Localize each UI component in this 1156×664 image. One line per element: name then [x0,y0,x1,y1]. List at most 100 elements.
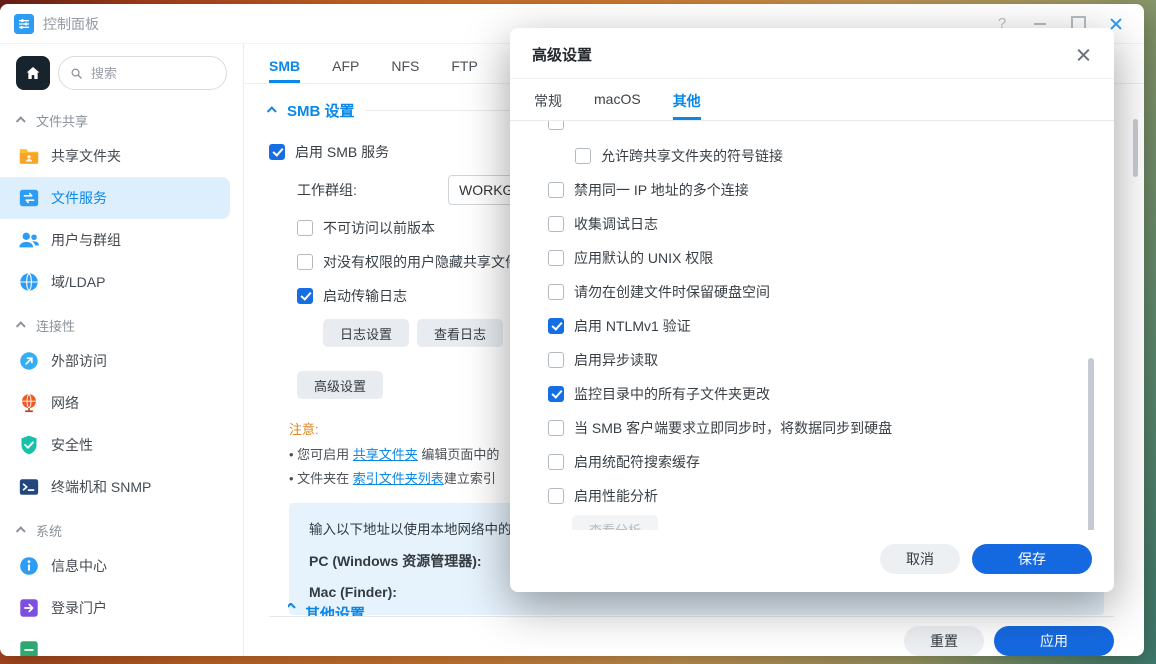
sidebar-item-users-groups[interactable]: 用户与群组 [0,219,230,261]
search-input[interactable] [91,66,216,81]
terminal-icon [18,476,40,498]
option-row[interactable]: 应用默认的 UNIX 权限 [548,241,1090,275]
option-row[interactable]: 当 SMB 客户端要求立即同步时，将数据同步到硬盘 [548,411,1090,445]
checkbox[interactable] [269,144,285,160]
footer-divider [269,616,1114,617]
checkbox[interactable] [297,288,313,304]
checkbox[interactable] [548,420,564,436]
sidebar-section-system[interactable]: 系统 [0,508,243,545]
sidebar-item-shared-folder[interactable]: 共享文件夹 [0,135,230,177]
dialog-scrollbar-thumb[interactable] [1088,358,1094,530]
checkbox[interactable] [548,284,564,300]
search-icon [69,66,84,81]
log-settings-button[interactable]: 日志设置 [323,319,409,347]
sidebar-item-label: 信息中心 [51,556,107,576]
note-title: 注意: [289,422,319,437]
tab-nfs[interactable]: NFS [391,58,419,83]
checkbox[interactable] [548,318,564,334]
reset-button[interactable]: 重置 [904,626,984,656]
checkbox-label: 收集调试日志 [574,214,658,234]
sidebar-item-network[interactable]: 网络 [0,382,230,424]
option-row[interactable]: 禁用同一 IP 地址的多个连接 [548,173,1090,207]
sidebar-item-label: 安全性 [51,435,93,455]
option-row[interactable]: 监控目录中的所有子文件夹更改 [548,377,1090,411]
home-button[interactable] [16,56,50,90]
checkbox-label: 当 SMB 客户端要求立即同步时，将数据同步到硬盘 [574,418,892,438]
dialog-title: 高级设置 [532,44,592,65]
sidebar-item-domain-ldap[interactable]: 域/LDAP [0,261,230,303]
chevron-up-icon [16,321,26,331]
checkbox-label: 启动传输日志 [323,286,407,306]
apply-button[interactable]: 应用 [994,626,1114,656]
search-box[interactable] [58,56,227,90]
sidebar-section-connectivity[interactable]: 连接性 [0,303,243,340]
sidebar-item-external-access[interactable]: 外部访问 [0,340,230,382]
checkbox[interactable] [548,121,564,130]
close-icon[interactable] [1074,46,1092,64]
checkbox[interactable] [548,454,564,470]
option-row[interactable]: 收集调试日志 [548,207,1090,241]
checkbox-label: 启用 SMB 服务 [295,142,389,162]
tab-ftp[interactable]: FTP [451,58,477,83]
chevron-up-icon [16,526,26,536]
checkbox[interactable] [548,488,564,504]
tab-macos[interactable]: macOS [594,91,641,120]
option-row[interactable]: 请勿在创建文件时保留硬盘空间 [548,275,1090,309]
view-analysis-button[interactable]: 查看分析 [572,515,658,530]
sidebar-section-file-sharing[interactable]: 文件共享 [0,98,243,135]
checkbox[interactable] [548,386,564,402]
cancel-button[interactable]: 取消 [880,544,960,574]
clipped-item-icon [18,639,40,656]
checkbox-label: 禁用同一 IP 地址的多个连接 [574,180,749,200]
checkbox[interactable] [297,254,313,270]
file-services-icon [18,187,40,209]
clipped-section-header[interactable]: 其他设置 [288,603,365,616]
main-scrollbar-thumb[interactable] [1133,119,1138,177]
checkbox[interactable] [548,352,564,368]
clipped-option-row[interactable] [548,121,1090,139]
sidebar-item-security[interactable]: 安全性 [0,424,230,466]
info-icon [18,555,40,577]
shared-folder-link[interactable]: 共享文件夹 [353,447,418,462]
sidebar-item-terminal-snmp[interactable]: 终端机和 SNMP [0,466,230,508]
sidebar-item-label: 外部访问 [51,351,107,371]
advanced-settings-dialog: 高级设置 常规 macOS 其他 允许跨共享文件夹的符号链接 禁用同一 IP 地… [510,28,1114,592]
tab-afp[interactable]: AFP [332,58,359,83]
save-button[interactable]: 保存 [972,544,1092,574]
section-label: 系统 [36,521,62,540]
option-row[interactable]: 允许跨共享文件夹的符号链接 [575,139,1090,173]
sidebar-item-login-portal[interactable]: 登录门户 [0,587,230,629]
option-row[interactable]: 启用 NTLMv1 验证 [548,309,1090,343]
dialog-body: 允许跨共享文件夹的符号链接 禁用同一 IP 地址的多个连接 收集调试日志 应用默… [510,121,1114,530]
advanced-settings-button[interactable]: 高级设置 [297,371,383,399]
users-icon [18,229,40,251]
tab-others[interactable]: 其他 [673,91,701,120]
sidebar-item-label: 终端机和 SNMP [51,477,151,497]
chevron-up-icon [16,116,26,126]
view-log-button[interactable]: 查看日志 [417,319,503,347]
checkbox-label: 启用 NTLMv1 验证 [574,316,691,336]
tab-smb[interactable]: SMB [269,58,300,83]
tab-general[interactable]: 常规 [534,91,562,120]
option-row[interactable]: 启用性能分析 [548,479,1090,513]
checkbox-label: 允许跨共享文件夹的符号链接 [601,146,783,166]
checkbox-label: 不可访问以前版本 [323,218,435,238]
workgroup-label: 工作群组: [297,180,448,200]
sidebar-item-file-services[interactable]: 文件服务 [0,177,230,219]
checkbox[interactable] [548,216,564,232]
sidebar-item-info-center[interactable]: 信息中心 [0,545,230,587]
checkbox[interactable] [575,148,591,164]
collapse-chevron-icon [267,106,277,116]
checkbox[interactable] [548,182,564,198]
dialog-header: 高级设置 [510,28,1114,79]
checkbox[interactable] [548,250,564,266]
collapse-chevron-icon [288,603,296,612]
sidebar-item-clipped[interactable] [0,629,230,656]
checkbox-label: 应用默认的 UNIX 权限 [574,248,713,268]
option-row[interactable]: 启用统配符搜索缓存 [548,445,1090,479]
checkbox-label: 启用统配符搜索缓存 [574,452,700,472]
option-row[interactable]: 启用异步读取 [548,343,1090,377]
checkbox[interactable] [297,220,313,236]
indexed-folder-list-link[interactable]: 索引文件夹列表 [353,471,444,486]
domain-ldap-icon [18,271,40,293]
